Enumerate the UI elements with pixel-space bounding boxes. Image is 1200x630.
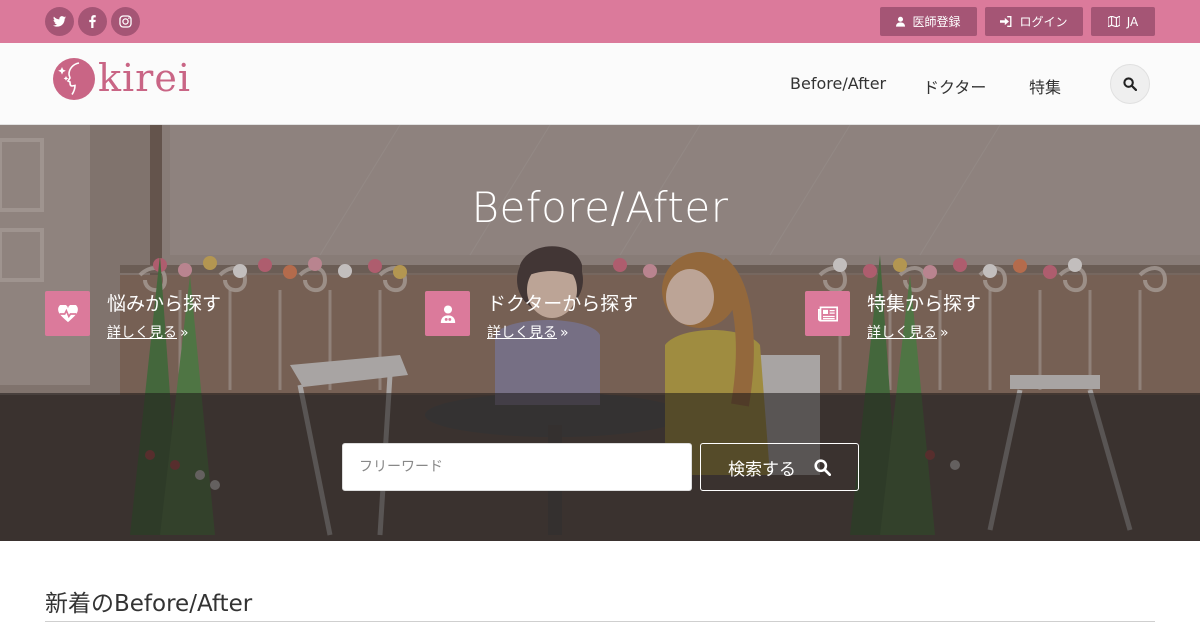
feature-detail-link[interactable]: 詳しく見る [867,322,937,342]
login-button[interactable]: ログイン [985,7,1083,36]
header-search-button[interactable] [1110,64,1150,104]
login-label: ログイン [1019,15,1068,29]
feature-doctor: ドクターから探す 詳しく見る» [425,291,638,342]
search-icon [814,458,831,476]
double-chevron-right-icon: » [940,325,949,341]
instagram-icon [119,15,132,28]
search-button-label: 検索する [728,459,796,480]
feature-concern: 悩みから探す 詳しく見る» [45,291,221,342]
instagram-link[interactable] [111,7,140,36]
doctor-icon [440,304,455,323]
top-bar: 医師登録 ログイン JA [0,0,1200,43]
language-label: JA [1126,14,1139,29]
twitter-icon [53,16,66,27]
twitter-link[interactable] [45,7,74,36]
heartbeat-icon [57,304,78,322]
section-divider [45,621,1155,622]
hero-section: Before/After 悩みから探す 詳しく見る» ドクターから探す 詳しく見… [0,125,1200,541]
map-icon [1107,16,1120,27]
feature-icon-box [805,291,850,336]
hero-overlay [0,125,1200,393]
sign-in-icon [1000,16,1012,27]
double-chevron-right-icon: » [180,325,189,341]
logo-face-icon [53,58,95,100]
facebook-icon [89,15,96,28]
feature-special: 特集から探す 詳しく見る» [805,291,981,342]
nav-before-after[interactable]: Before/After [790,74,886,93]
double-chevron-right-icon: » [560,325,569,341]
search-submit-button[interactable]: 検索する [700,443,859,491]
doctor-register-label: 医師登録 [912,15,961,29]
language-button[interactable]: JA [1091,7,1155,36]
feature-title: 特集から探す [867,293,982,315]
feature-detail-link[interactable]: 詳しく見る [107,322,177,342]
doctor-register-button[interactable]: 医師登録 [880,7,977,36]
user-icon [896,16,906,27]
facebook-link[interactable] [78,7,107,36]
site-logo[interactable]: kirei [52,56,191,101]
search-icon [1123,77,1137,91]
newspaper-icon [817,306,838,321]
nav-feature[interactable]: 特集 [1029,74,1061,98]
site-header: kirei Before/After ドクター 特集 [0,43,1200,125]
feature-icon-box [45,291,90,336]
logo-text: kirei [98,56,191,100]
section-title: 新着のBefore/After [45,591,253,617]
feature-title: 悩みから探す [107,293,222,315]
feature-title: ドクターから探す [487,293,639,315]
feature-detail-link[interactable]: 詳しく見る [487,322,557,342]
free-word-search-input[interactable] [342,443,692,491]
hero-title: Before/After [471,183,729,232]
feature-icon-box [425,291,470,336]
nav-doctor[interactable]: ドクター [923,74,986,98]
